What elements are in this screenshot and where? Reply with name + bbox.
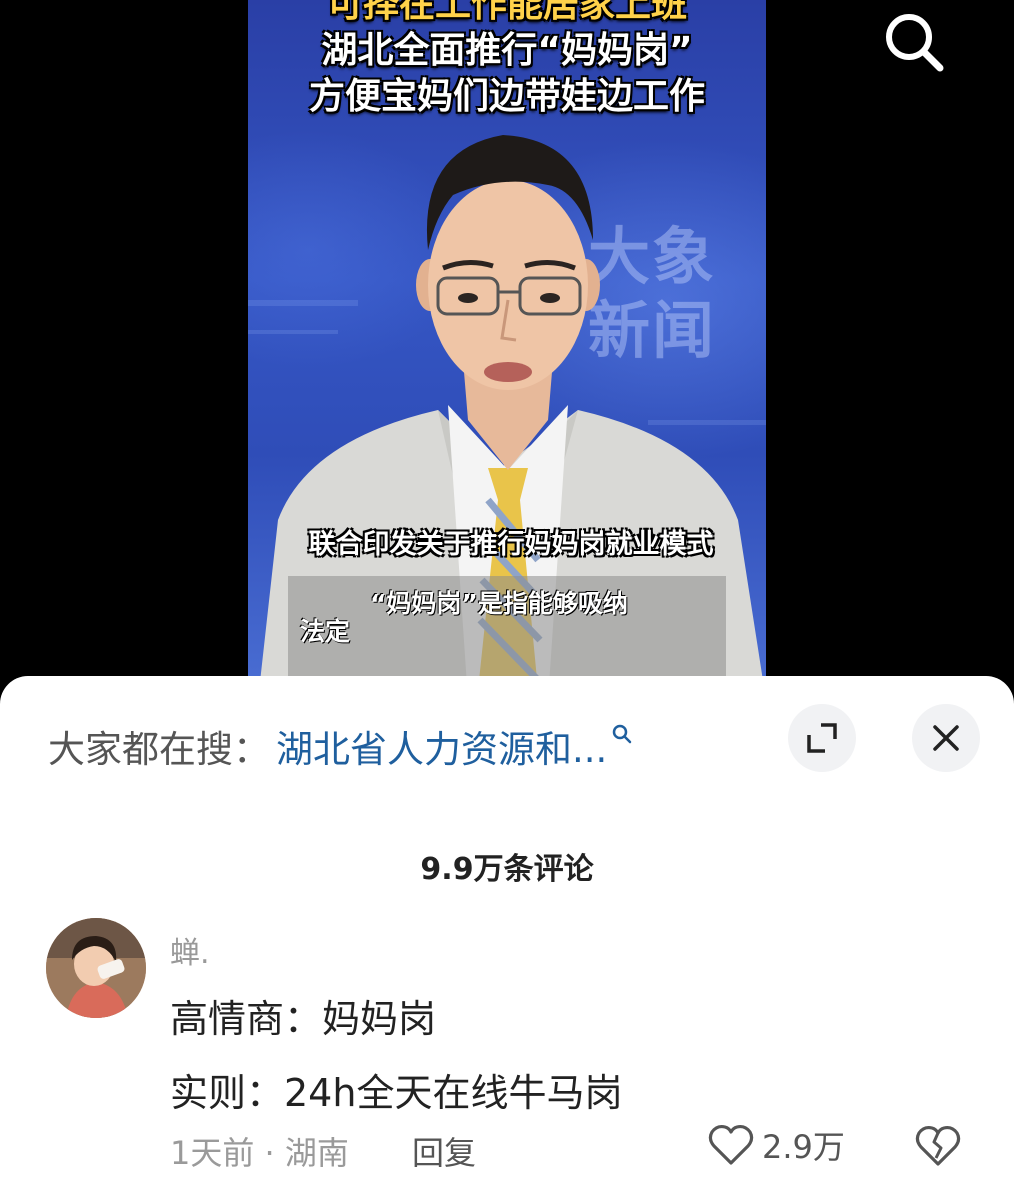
broken-heart-icon (915, 1125, 961, 1166)
headline-line-1: 湖北全面推行“妈妈岗” (321, 30, 693, 71)
dislike-button[interactable] (914, 1122, 962, 1170)
close-icon (933, 725, 959, 751)
close-button[interactable] (912, 704, 980, 772)
hot-search-label: 大家都在搜： (48, 728, 270, 771)
comment-meta: 1天前 · 湖南 (170, 1134, 349, 1172)
hot-search-bar: 大家都在搜： 湖北省人力资源和... (48, 716, 633, 776)
reply-button[interactable]: 回复 (412, 1128, 476, 1174)
video-subtitle: “妈妈岗”是指能够吸纳 (370, 589, 628, 618)
video-headline: 可择在工作能居家上班 湖北全面推行“妈妈岗” 方便宝妈们边带娃边工作 (248, 0, 766, 120)
search-icon (886, 14, 944, 72)
headline-line-top: 可择在工作能居家上班 (326, 0, 687, 25)
comment-count: 9.9万条评论 (420, 852, 594, 887)
like-count: 2.9万 (762, 1128, 845, 1166)
video-subtitle: 联合印发关于推行妈妈岗就业模式 (308, 529, 714, 560)
like-button[interactable]: 2.9万 (708, 1122, 845, 1168)
headline-line-2: 方便宝妈们边带娃边工作 (308, 76, 705, 117)
magnifier-icon[interactable] (611, 723, 633, 745)
hot-search-link[interactable]: 湖北省人力资源和... (276, 719, 607, 773)
comment-text-line: 实则：24h全天在线牛马岗 (170, 1071, 623, 1115)
search-button[interactable] (878, 6, 948, 76)
heart-icon (708, 1124, 754, 1165)
video-frame[interactable]: 大象新闻 可择在工作能居家上班 湖北全面推行“妈妈岗” 方便宝妈们边带娃边工作 … (248, 0, 766, 700)
expand-button[interactable] (788, 704, 856, 772)
comment-username[interactable]: 蝉. (170, 928, 210, 972)
comment-panel: 大家都在搜： 湖北省人力资源和... 9.9万条评论 蝉. 高情商：妈妈岗 实则… (0, 676, 1014, 1200)
avatar[interactable] (46, 918, 146, 1018)
comment-text-line: 高情商：妈妈岗 (170, 997, 437, 1041)
avatar-image (46, 918, 146, 1018)
expand-icon (807, 723, 837, 753)
video-player[interactable]: 大象新闻 可择在工作能居家上班 湖北全面推行“妈妈岗” 方便宝妈们边带娃边工作 … (0, 0, 1014, 700)
video-subtitle: 法定 (300, 617, 351, 646)
